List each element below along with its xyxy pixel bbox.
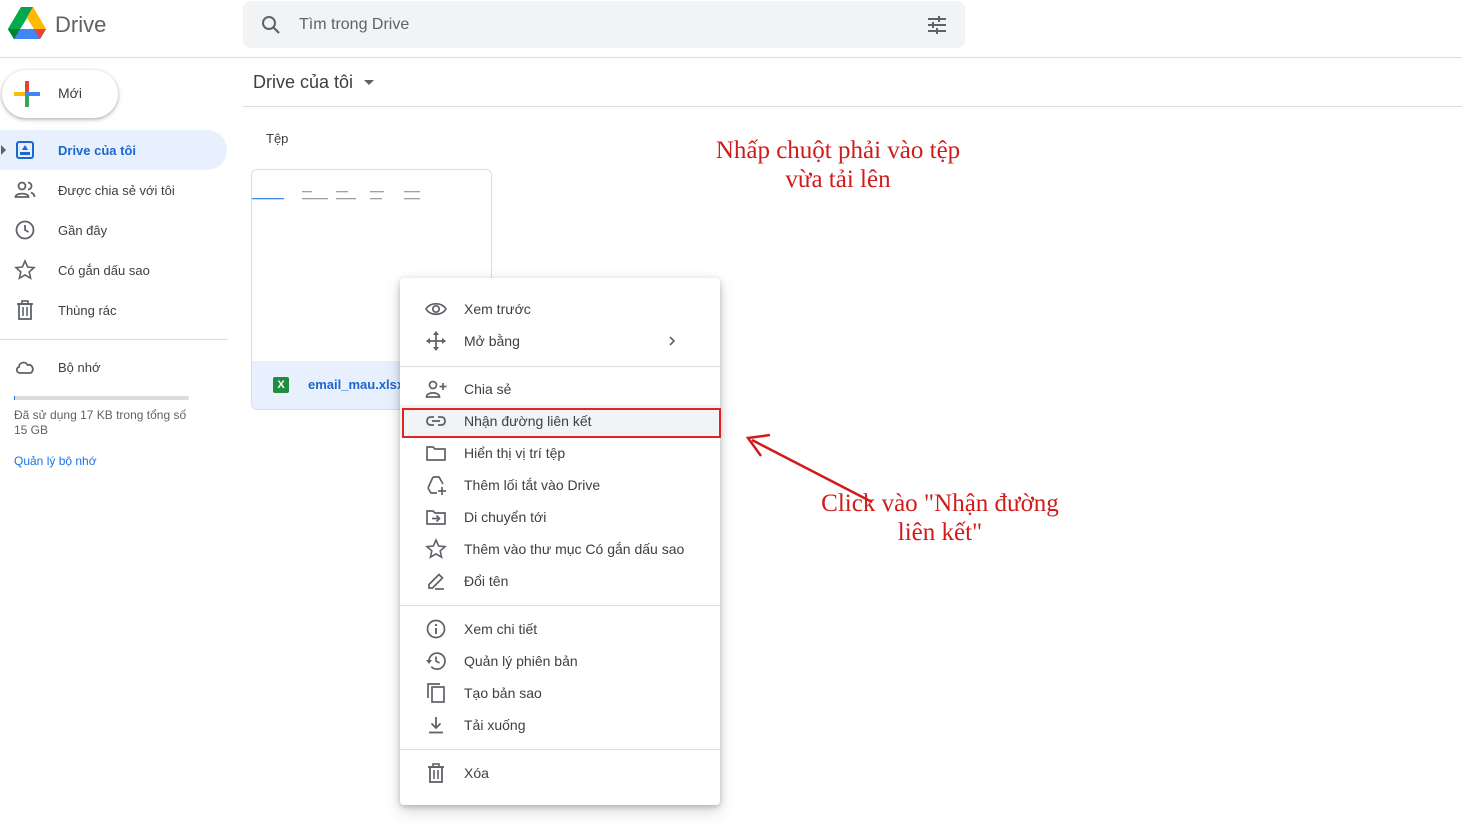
- menu-item-move-to[interactable]: Di chuyển tới: [400, 501, 720, 533]
- drive-logo-icon[interactable]: [8, 6, 46, 42]
- sidebar-nav: Drive của tôi Được chia sẻ với tôi Gần đ…: [0, 130, 228, 330]
- star-icon: [425, 538, 447, 559]
- breadcrumb[interactable]: Drive của tôi: [253, 72, 353, 93]
- sidebar-item-label: Có gắn dấu sao: [58, 263, 150, 278]
- menu-item-preview[interactable]: Xem trước: [400, 293, 720, 325]
- storage-usage-bar: [14, 396, 189, 400]
- menu-item-label: Xem chi tiết: [464, 621, 538, 637]
- search-input[interactable]: [299, 1, 899, 48]
- manage-storage-link[interactable]: Quản lý bộ nhớ: [14, 454, 97, 468]
- top-bar: Drive: [0, 0, 1462, 58]
- menu-item-open-with[interactable]: Mở bằng: [400, 325, 720, 357]
- sidebar-item-my-drive[interactable]: Drive của tôi: [0, 130, 227, 170]
- search-icon[interactable]: [259, 13, 283, 37]
- storage-label: Bộ nhớ: [58, 360, 101, 375]
- shared-people-icon: [14, 181, 36, 198]
- info-icon: [426, 619, 446, 639]
- menu-item-label: Xem trước: [464, 301, 531, 317]
- chevron-right-icon: [669, 336, 676, 346]
- expand-caret-icon[interactable]: [1, 145, 6, 155]
- download-icon: [429, 717, 443, 734]
- main-divider: [243, 106, 1462, 107]
- menu-item-label: Quản lý phiên bản: [464, 653, 578, 669]
- files-section-label: Tệp: [266, 131, 289, 146]
- sidebar-item-label: Được chia sẻ với tôi: [58, 183, 175, 198]
- breadcrumb-dropdown-icon[interactable]: [364, 80, 374, 85]
- sidebar-item-storage[interactable]: Bộ nhớ: [0, 347, 227, 387]
- menu-item-label: Thêm lối tắt vào Drive: [464, 477, 601, 493]
- menu-item-rename[interactable]: Đổi tên: [400, 565, 720, 597]
- my-drive-icon: [16, 141, 34, 159]
- menu-item-label: Di chuyển tới: [464, 509, 547, 525]
- context-menu: Xem trước Mở bằng Chia sẻ Nhận đường liê…: [400, 278, 720, 805]
- history-icon: [426, 652, 446, 670]
- menu-item-download[interactable]: Tải xuống: [400, 709, 720, 741]
- new-button[interactable]: Mới: [2, 70, 118, 118]
- annotation-highlight-box: [402, 408, 721, 438]
- menu-divider: [400, 605, 720, 606]
- cloud-icon: [15, 361, 34, 374]
- annotation-right-click-note: Nhấp chuột phải vào tệp vừa tải lên: [715, 137, 961, 193]
- menu-item-label: Đổi tên: [464, 573, 509, 589]
- menu-item-label: Xóa: [464, 765, 489, 781]
- plus-icon: [14, 81, 40, 107]
- menu-item-manage-versions[interactable]: Quản lý phiên bản: [400, 645, 720, 677]
- eye-icon: [425, 302, 447, 316]
- clock-icon: [15, 220, 35, 240]
- star-icon: [14, 259, 36, 280]
- sidebar-item-trash[interactable]: Thùng rác: [0, 290, 227, 330]
- folder-icon: [426, 446, 446, 461]
- menu-item-label: Mở bằng: [464, 333, 520, 349]
- sidebar-item-recent[interactable]: Gần đây: [0, 210, 227, 250]
- menu-item-make-copy[interactable]: Tạo bản sao: [400, 677, 720, 709]
- add-shortcut-icon: [427, 476, 446, 495]
- menu-divider: [400, 749, 720, 750]
- pencil-icon: [428, 573, 444, 590]
- copy-icon: [427, 683, 445, 703]
- menu-item-label: Tải xuống: [464, 717, 526, 733]
- menu-item-add-starred[interactable]: Thêm vào thư mục Có gắn dấu sao: [400, 533, 720, 565]
- annotation-arrow-icon: [745, 433, 873, 504]
- excel-file-icon: X: [273, 377, 289, 393]
- menu-item-label: Tạo bản sao: [464, 685, 542, 701]
- menu-item-details[interactable]: Xem chi tiết: [400, 613, 720, 645]
- sidebar-item-label: Gần đây: [58, 223, 108, 238]
- sidebar-item-starred[interactable]: Có gắn dấu sao: [0, 250, 227, 290]
- menu-item-label: Chia sẻ: [464, 381, 512, 397]
- menu-divider: [400, 366, 720, 367]
- move-arrows-icon: [426, 331, 446, 351]
- storage-usage-text: Đã sử dụng 17 KB trong tổng số 15 GB: [14, 408, 187, 437]
- menu-item-label: Hiển thị vị trí tệp: [464, 445, 566, 461]
- sidebar-item-label: Thùng rác: [58, 303, 117, 318]
- move-to-folder-icon: [426, 510, 446, 525]
- menu-item-label: Thêm vào thư mục Có gắn dấu sao: [464, 541, 685, 557]
- sidebar-divider: [0, 339, 228, 340]
- sidebar-item-shared[interactable]: Được chia sẻ với tôi: [0, 170, 227, 210]
- search-options-icon[interactable]: [925, 13, 949, 37]
- add-person-icon: [425, 380, 447, 398]
- app-name[interactable]: Drive: [55, 12, 106, 38]
- new-button-label: Mới: [58, 85, 82, 101]
- menu-item-show-location[interactable]: Hiển thị vị trí tệp: [400, 437, 720, 469]
- file-name: email_mau.xlsx: [308, 377, 405, 392]
- storage-usage-fill: [14, 396, 16, 400]
- sidebar-item-label: Drive của tôi: [58, 143, 137, 158]
- trash-icon: [428, 763, 444, 783]
- menu-item-add-shortcut[interactable]: Thêm lối tắt vào Drive: [400, 469, 720, 501]
- search-bar[interactable]: [243, 1, 965, 48]
- menu-item-delete[interactable]: Xóa: [400, 757, 720, 789]
- trash-icon: [17, 300, 33, 320]
- menu-item-share[interactable]: Chia sẻ: [400, 373, 720, 405]
